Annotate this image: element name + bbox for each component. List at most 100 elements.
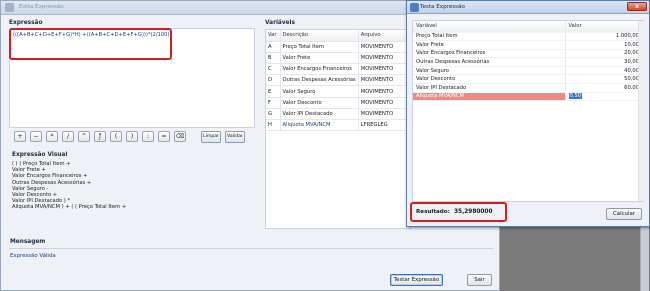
cell-valor[interactable]: 10,00: [565, 40, 643, 50]
cell-descricao: Valor IPI Destacado: [280, 108, 359, 121]
cell-variavel: Valor IPI Destacado: [413, 83, 566, 93]
table-row[interactable]: A Preço Total Item MOVIMENTO: [266, 41, 411, 53]
cell-arquivo: MOVIMENTO: [358, 97, 411, 109]
cell-arquivo: MOVIMENTO: [358, 108, 411, 121]
cell-valor[interactable]: 30,00: [565, 57, 643, 67]
col-valor[interactable]: Valor: [565, 21, 643, 33]
cell-valor-editing[interactable]: 0,50: [565, 92, 643, 102]
open-paren-button[interactable]: (: [110, 131, 122, 142]
cell-variavel: Valor Desconto: [413, 74, 566, 85]
cell-arquivo: MOVIMENTO: [358, 74, 411, 87]
calc-button-row: + − * / ^ ƒ ( ) : = ⌫ Limpar Validar: [14, 131, 254, 145]
cell-var: H: [266, 119, 281, 132]
resultado-highlight-box: [410, 202, 507, 222]
cell-descricao: Valor Seguro: [280, 85, 359, 98]
power-button[interactable]: ^: [78, 131, 90, 142]
cell-arquivo: MOVIMENTO: [358, 63, 411, 76]
table-row[interactable]: D Outras Despesas Acessórias MOVIMENTO: [266, 74, 411, 87]
validar-button[interactable]: Validar: [225, 131, 245, 143]
cell-arquivo: MOVIMENTO: [358, 41, 411, 53]
table-row[interactable]: G Valor IPI Destacado MOVIMENTO: [266, 108, 411, 121]
table-row[interactable]: Outras Despesas Acessórias 30,00: [413, 57, 643, 67]
close-icon[interactable]: x: [627, 2, 647, 11]
minus-button[interactable]: −: [30, 131, 42, 142]
testar-expressao-button[interactable]: Testar Expressão: [390, 274, 443, 286]
cell-valor[interactable]: 40,00: [565, 66, 643, 76]
mensagem-group: Mensagem Expressão Válida: [7, 238, 495, 271]
col-descricao[interactable]: Descrição: [280, 30, 359, 42]
calcular-button[interactable]: Calcular: [606, 208, 642, 220]
table-row-selected[interactable]: Aliquota MVA/NCM 0,50: [413, 92, 643, 102]
cell-valor[interactable]: 60,00: [565, 83, 643, 93]
variable-values-table: Variável Valor Preço Total Item 1.000,00 …: [413, 21, 643, 102]
cell-var: B: [266, 52, 281, 65]
table-row[interactable]: E Valor Seguro MOVIMENTO: [266, 85, 411, 98]
formula-highlight-box: [9, 28, 172, 60]
visual-line: Aliquota MVA/NCM ) + ( ( Preço Total Ite…: [12, 204, 127, 211]
cell-valor[interactable]: 50,00: [565, 74, 643, 85]
expressao-visual-title: Expressão Visual: [12, 152, 68, 158]
cell-variavel: Valor Seguro: [413, 66, 566, 76]
cell-variavel: Valor Encargos Financeiros: [413, 49, 566, 59]
cell-descricao: Aliquota MVA/NCM: [280, 119, 359, 132]
table-row[interactable]: F Valor Desconto MOVIMENTO: [266, 97, 411, 109]
col-arquivo[interactable]: Arquivo: [358, 30, 411, 42]
colon-button[interactable]: :: [142, 131, 154, 142]
cell-valor[interactable]: 1.000,00: [565, 32, 643, 42]
col-var[interactable]: Var: [266, 30, 281, 42]
cell-var: E: [266, 85, 281, 98]
multiply-button[interactable]: *: [46, 131, 58, 142]
expressao-group-title: Expressão: [9, 20, 43, 26]
variaveis-title: Variáveis: [265, 20, 295, 26]
mensagem-text: Expressão Válida: [10, 253, 56, 259]
cell-arquivo: MOVIMENTO: [358, 52, 411, 65]
table-row[interactable]: Preço Total Item 1.000,00: [413, 32, 643, 42]
cell-descricao: Valor Desconto: [280, 97, 359, 109]
table-row[interactable]: Valor IPI Destacado 60,00: [413, 83, 643, 93]
table-scrollbar[interactable]: [638, 21, 644, 201]
backspace-icon[interactable]: ⌫: [174, 131, 186, 142]
cell-arquivo: LFREGLEG: [358, 119, 411, 132]
testa-expressao-window: Testa Expressão x Variável Valor Preço T…: [406, 0, 650, 227]
divide-button[interactable]: /: [62, 131, 74, 142]
table-row[interactable]: Valor Frete 10,00: [413, 40, 643, 50]
table-row[interactable]: Valor Seguro 40,00: [413, 66, 643, 76]
variaveis-table-panel: Var Descrição Arquivo A Preço Total Item M…: [265, 29, 411, 229]
visual-expression-text: ( ( ( Preço Total Item + Valor Frete + V…: [12, 161, 256, 211]
test-window-title: Testa Expressão: [420, 4, 465, 10]
sair-button[interactable]: Sair: [467, 274, 492, 286]
table-row[interactable]: C Valor Encargos Financeiros MOVIMENTO: [266, 63, 411, 76]
function-button[interactable]: ƒ: [94, 131, 106, 142]
table-row[interactable]: H Aliquota MVA/NCM LFREGLEG: [266, 119, 411, 132]
table-row[interactable]: Valor Desconto 50,00: [413, 74, 643, 85]
equals-button[interactable]: =: [158, 131, 170, 142]
table-row[interactable]: Valor Encargos Financeiros 20,00: [413, 49, 643, 59]
cell-descricao: Valor Encargos Financeiros: [280, 63, 359, 76]
cell-variavel: Outras Despesas Acessórias: [413, 57, 566, 67]
variable-values-panel: Variável Valor Preço Total Item 1.000,00 …: [412, 20, 644, 202]
cell-var: G: [266, 108, 281, 121]
variaveis-group: Variáveis Var Descrição Arquivo A Preço T…: [263, 18, 413, 233]
cell-descricao: Outras Despesas Acessórias: [280, 74, 359, 87]
cell-descricao: Valor Frete: [280, 52, 359, 65]
plus-button[interactable]: +: [14, 131, 26, 142]
valor-input[interactable]: 0,50: [568, 93, 583, 100]
cell-variavel: Aliquota MVA/NCM: [413, 92, 566, 102]
table-row[interactable]: B Valor Frete MOVIMENTO: [266, 52, 411, 65]
table-header-row: Var Descrição Arquivo: [266, 30, 411, 42]
cell-var: C: [266, 63, 281, 76]
col-variavel[interactable]: Variável: [413, 21, 566, 33]
limpar-button[interactable]: Limpar: [201, 131, 221, 143]
cell-valor[interactable]: 20,00: [565, 49, 643, 59]
mensagem-title: Mensagem: [10, 239, 46, 245]
cell-variavel: Preço Total Item: [413, 32, 566, 42]
close-paren-button[interactable]: ): [126, 131, 138, 142]
expressao-visual-group: Expressão Visual ( ( ( Preço Total Item …: [9, 150, 257, 232]
variaveis-table: Var Descrição Arquivo A Preço Total Item M…: [266, 30, 411, 132]
cell-var: F: [266, 97, 281, 109]
cell-var: D: [266, 74, 281, 87]
cell-arquivo: MOVIMENTO: [358, 85, 411, 98]
cell-descricao: Preço Total Item: [280, 41, 359, 53]
window-icon: [410, 3, 419, 12]
table-header-row: Variável Valor: [413, 21, 643, 33]
